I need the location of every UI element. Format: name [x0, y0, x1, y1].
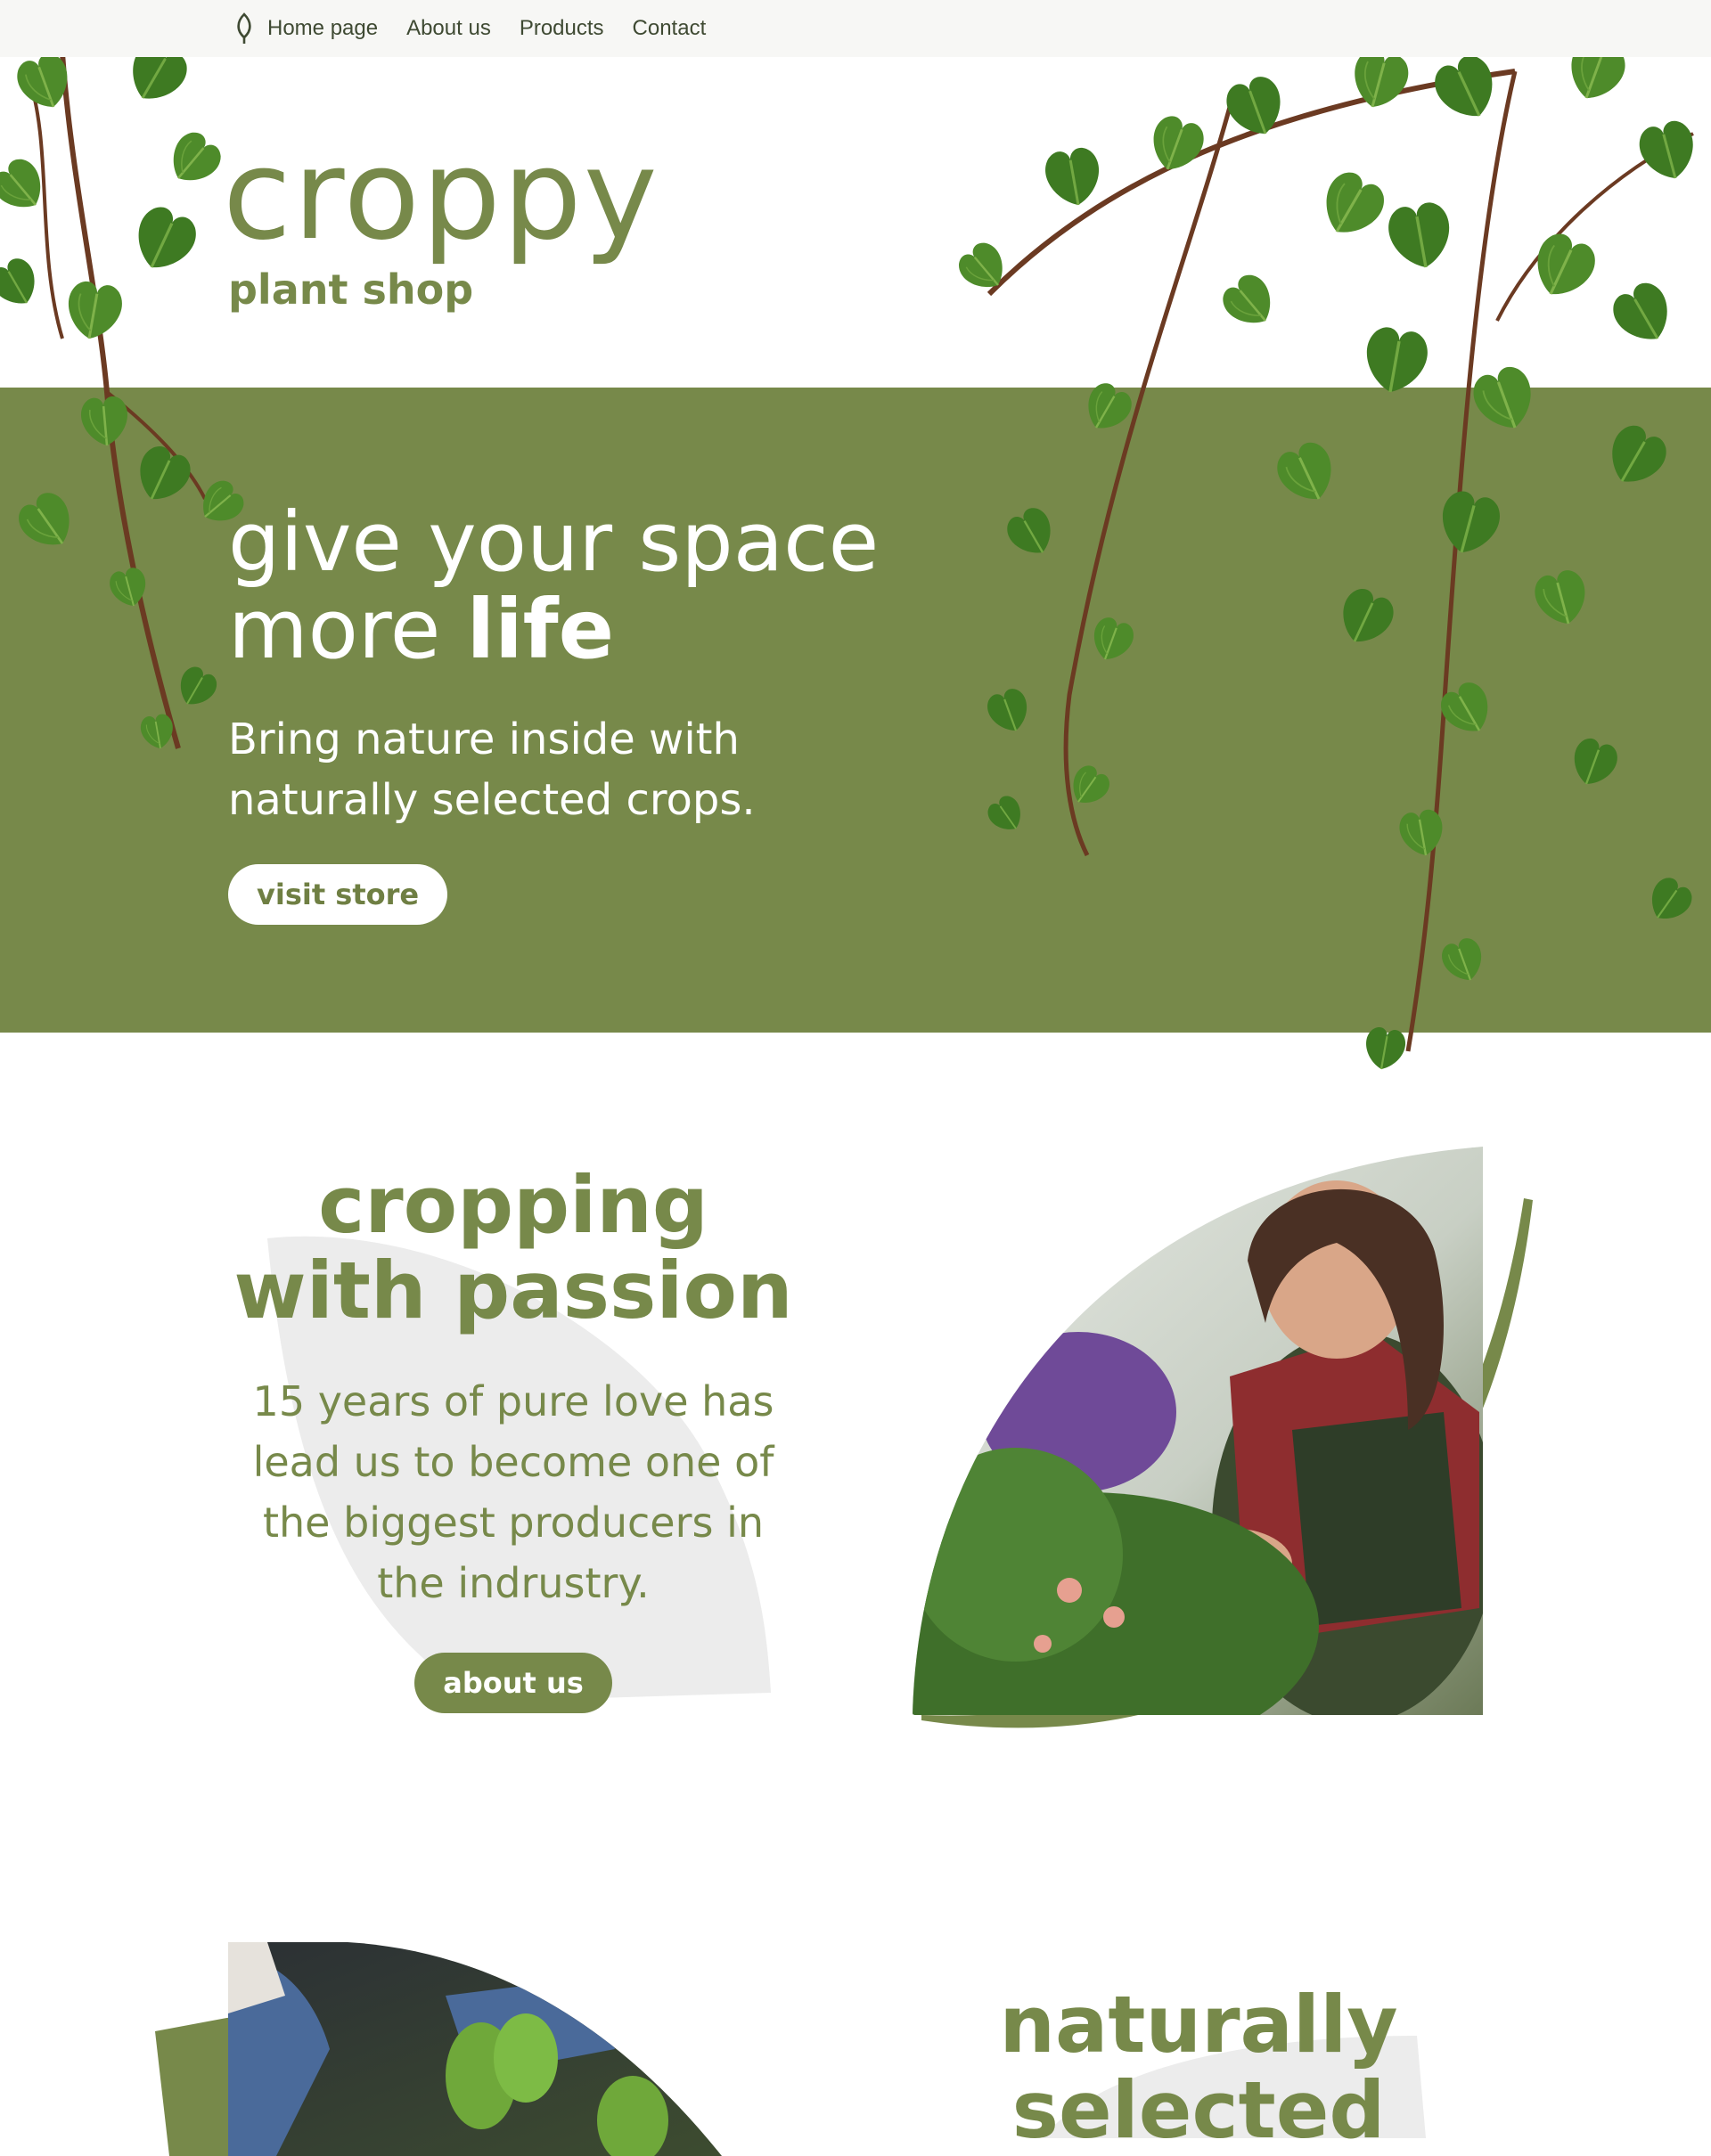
naturally-title-line2: selected [1011, 2064, 1386, 2156]
seedling-photo [155, 1942, 722, 2156]
hero-title-line2: more [228, 582, 467, 677]
brand-logo: croppy plant shop [223, 134, 659, 314]
hero-title-emphasis: life [466, 582, 615, 677]
gardener-photo [913, 1147, 1533, 1728]
nav-products[interactable]: Products [520, 16, 604, 41]
nav-home[interactable]: Home page [267, 16, 378, 41]
passion-title: cropping with passion [223, 1163, 804, 1334]
naturally-title: naturally selected [962, 1982, 1435, 2153]
passion-body-line: the biggest producers in [262, 1499, 765, 1547]
passion-title-line1: cropping [318, 1159, 708, 1251]
hero-content: give your space more life Bring nature i… [228, 499, 879, 925]
brand-wordmark: croppy [223, 123, 659, 268]
naturally-title-line1: naturally [999, 1979, 1398, 2070]
hero-title-line1: give your space [228, 494, 880, 590]
passion-body: 15 years of pure love has lead us to bec… [223, 1371, 804, 1613]
hero-subtitle-line1: Bring nature inside with [228, 715, 740, 764]
passion-body-line: the indrustry. [377, 1559, 650, 1607]
hero-subtitle: Bring nature inside with naturally selec… [228, 709, 879, 830]
hero-subtitle-line2: naturally selected crops. [228, 775, 756, 825]
passion-body-line: 15 years of pure love has [252, 1377, 774, 1425]
about-us-button[interactable]: about us [414, 1653, 612, 1713]
visit-store-button[interactable]: visit store [228, 864, 448, 925]
nav-contact[interactable]: Contact [633, 16, 707, 41]
passion-title-line2: with passion [233, 1245, 793, 1336]
hero-title: give your space more life [228, 499, 879, 674]
nav-about[interactable]: About us [406, 16, 491, 41]
passion-section: cropping with passion 15 years of pure l… [223, 1163, 804, 1713]
passion-body-line: lead us to become one of [252, 1438, 774, 1486]
brand-tagline: plant shop [228, 265, 474, 314]
top-nav: Home page About us Products Contact [0, 0, 1711, 57]
leaf-icon[interactable] [233, 12, 255, 45]
